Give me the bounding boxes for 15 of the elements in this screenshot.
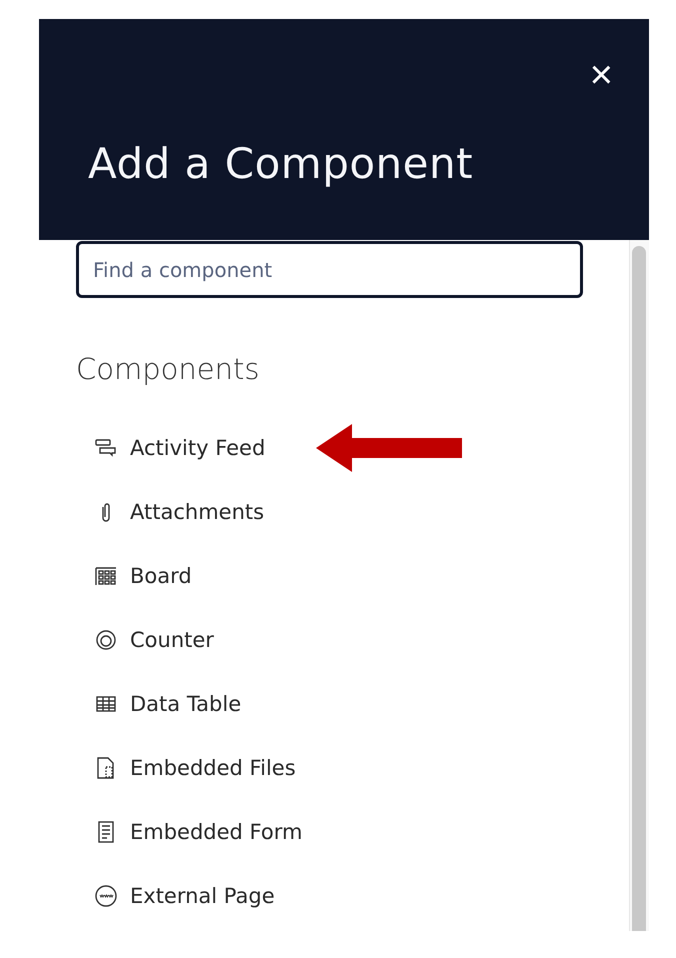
component-item[interactable]: Counter (130, 628, 214, 652)
component-item[interactable]: Board (130, 564, 192, 588)
component-item[interactable]: Embedded Form (130, 820, 302, 844)
component-item[interactable]: Attachments (130, 500, 264, 524)
component-item[interactable]: Activity Feed (130, 436, 266, 460)
scrollbar[interactable] (629, 240, 649, 931)
target-icon (94, 628, 118, 652)
search-field[interactable]: Find a component (76, 241, 583, 298)
globe-icon (94, 884, 118, 908)
close-button[interactable]: × (590, 55, 613, 95)
component-item[interactable]: Data Table (130, 692, 242, 716)
section-heading: Components (76, 352, 260, 386)
component-item[interactable]: Embedded Files (130, 756, 296, 780)
component-item[interactable]: External Page (130, 884, 275, 908)
panel-title: Add a Component (88, 139, 474, 188)
